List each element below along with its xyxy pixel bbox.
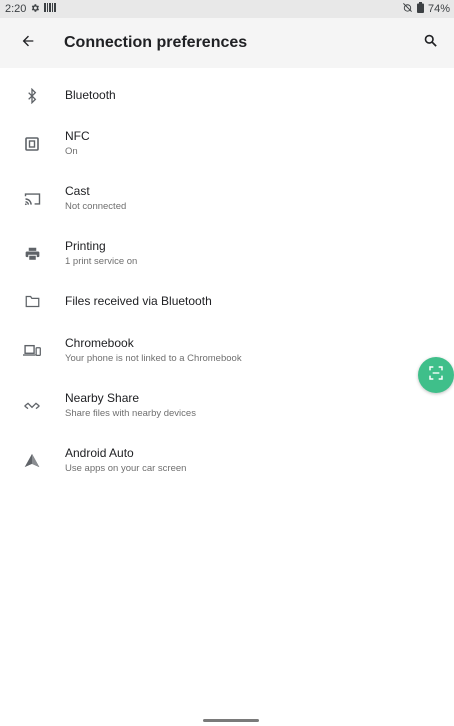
item-label: Printing [65,239,106,253]
settings-gear-icon [30,3,40,16]
folder-icon [22,292,42,312]
printer-icon [22,244,42,264]
page-title: Connection preferences [64,34,248,51]
item-label: NFC [65,129,90,143]
item-label: Cast [65,184,90,198]
list-item-cast[interactable]: Cast Not connected [0,171,454,226]
list-item-chromebook[interactable]: Chromebook Your phone is not linked to a… [0,323,454,378]
app-bar: Connection preferences [0,18,454,68]
status-bar: 2:20 74% [0,0,454,18]
list-item-printing[interactable]: Printing 1 print service on [0,226,454,281]
item-subtitle: Your phone is not linked to a Chromebook [65,353,242,364]
item-label: Chromebook [65,336,134,350]
item-subtitle: Not connected [65,201,127,212]
item-subtitle: On [65,146,78,157]
battery-percent: 74% [427,3,450,15]
laptop-phone-icon [22,341,42,361]
item-label: Android Auto [65,446,134,460]
list-item-bluetooth[interactable]: Bluetooth [0,68,454,123]
list-item-files-received[interactable]: Files received via Bluetooth [0,274,454,329]
back-arrow-icon [20,33,36,54]
item-subtitle: Share files with nearby devices [65,408,196,419]
item-subtitle: Use apps on your car screen [65,463,187,474]
item-label: Nearby Share [65,391,140,405]
item-label: Files received via Bluetooth [65,294,212,308]
status-time: 2:20 [5,3,27,15]
android-auto-icon [22,451,42,471]
list-item-nearby-share[interactable]: Nearby Share Share files with nearby dev… [0,378,454,433]
scan-frame-icon [428,365,444,386]
back-button[interactable] [8,23,48,63]
battery-icon [416,2,424,16]
scan-fab-button[interactable] [418,357,454,393]
nearby-share-icon [22,396,42,416]
cast-icon [22,189,42,209]
list-item-android-auto[interactable]: Android Auto Use apps on your car screen [0,433,454,488]
item-label: Bluetooth [65,88,116,102]
list-item-nfc[interactable]: NFC On [0,116,454,171]
navigation-handle[interactable] [203,719,259,722]
item-subtitle: 1 print service on [65,256,138,267]
alarm-off-icon [402,2,413,16]
search-button[interactable] [412,25,448,61]
barcode-icon [44,3,57,15]
nfc-icon [22,134,42,154]
bluetooth-icon [22,86,42,106]
search-icon [423,33,438,53]
